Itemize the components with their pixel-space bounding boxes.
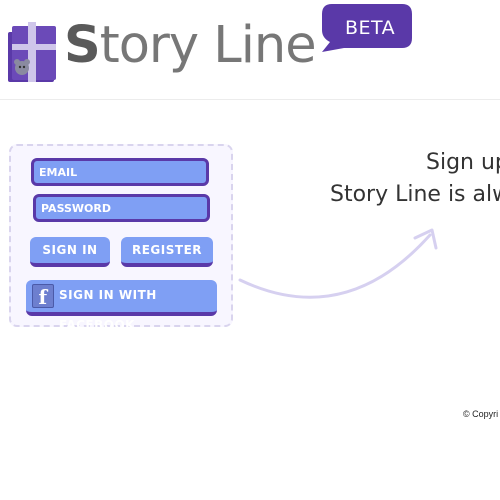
promo-heading: Sign up [426,150,500,175]
sign-in-button[interactable]: SIGN IN [30,237,110,267]
curved-arrow-icon [238,228,438,299]
copyright-text: © Copyri [463,409,499,419]
promo-subheading: Story Line is alw [330,182,500,207]
register-button[interactable]: REGISTER [121,237,213,267]
logo-wordmark-rest: tory Line [99,16,317,75]
facebook-icon: f [32,284,54,309]
storybook-bear-icon[interactable] [6,22,58,84]
email-field[interactable] [31,158,209,186]
beta-label: BETA [345,17,396,39]
password-field[interactable] [33,194,210,222]
header: Story Line BETA [0,0,500,100]
facebook-sign-in-button[interactable]: f SIGN IN WITH FACEBOOK [26,280,217,332]
logo-first-letter: S [64,16,101,75]
logo-wordmark[interactable]: Story Line [64,20,317,71]
beta-badge: BETA [318,4,412,52]
